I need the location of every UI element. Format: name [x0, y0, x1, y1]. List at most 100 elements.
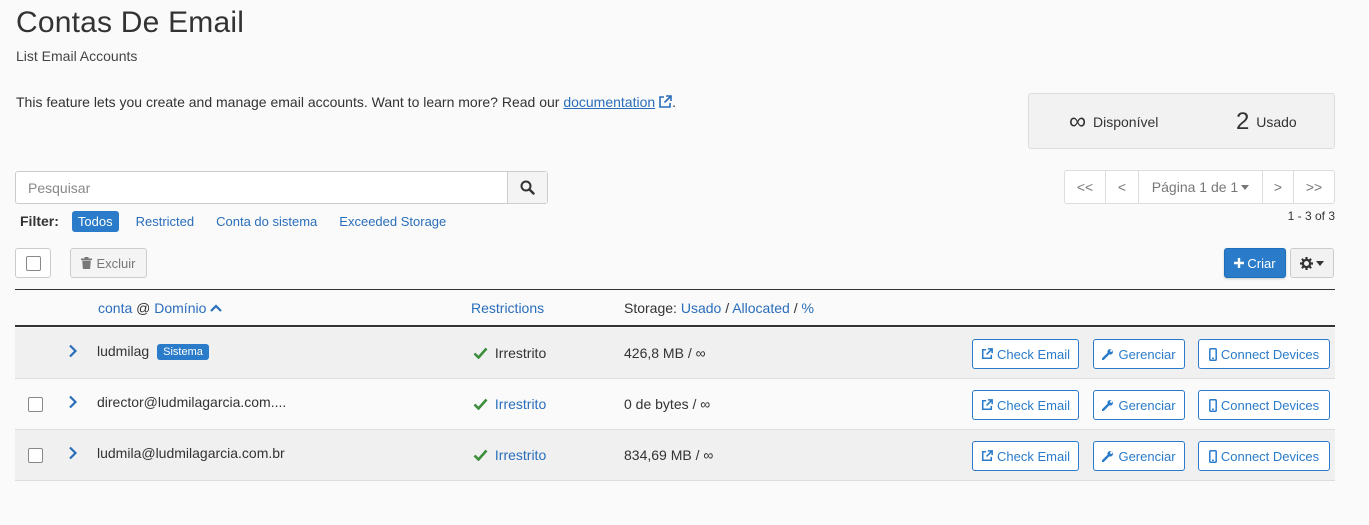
sort-used-link[interactable]: Usado — [681, 300, 721, 316]
chevron-right-icon[interactable] — [68, 344, 78, 358]
filter-label: Filter: — [20, 213, 59, 229]
connect-devices-label: Connect Devices — [1220, 397, 1320, 413]
storage-usage: 426,8 MB / ∞ — [624, 345, 706, 361]
caret-down-icon — [1241, 184, 1250, 190]
restriction-link[interactable]: Irrestrito — [495, 447, 546, 463]
check-email-button[interactable]: Check Email — [972, 390, 1079, 420]
manage-button[interactable]: Gerenciar — [1093, 390, 1185, 420]
account-email: ludmilag — [97, 343, 150, 359]
check-icon — [473, 449, 488, 461]
restriction-text: Irrestrito — [494, 345, 547, 361]
mobile-icon — [1208, 347, 1217, 361]
manage-button[interactable]: Gerenciar — [1093, 441, 1185, 471]
connect-devices-button[interactable]: Connect Devices — [1198, 441, 1330, 471]
description-end: . — [672, 94, 677, 110]
caret-down-icon — [1316, 260, 1324, 266]
filter-all[interactable]: Todos — [71, 210, 119, 232]
page-subtitle: List Email Accounts — [16, 48, 138, 64]
trash-icon — [81, 257, 93, 269]
available-value: ∞ — [1069, 108, 1087, 135]
storage-usage: 0 de bytes / ∞ — [624, 396, 711, 412]
create-button[interactable]: Criar — [1224, 248, 1286, 278]
check-email-button[interactable]: Check Email — [972, 441, 1079, 471]
check-email-label: Check Email — [997, 397, 1070, 413]
storage-label: Storage: — [624, 300, 677, 316]
chevron-right-icon[interactable] — [68, 395, 78, 409]
connect-devices-button[interactable]: Connect Devices — [1198, 339, 1330, 369]
page-description: This feature lets you create and manage … — [16, 94, 676, 110]
filter-bar: Filter: Todos Restricted Conta do sistem… — [20, 210, 468, 232]
account-domain-header[interactable]: conta @ Domínio — [98, 300, 223, 316]
check-email-label: Check Email — [997, 346, 1070, 362]
table-row: director@ludmilagarcia.com.... Irrestrit… — [15, 379, 1335, 430]
filter-exceeded-storage[interactable]: Exceeded Storage — [339, 214, 446, 229]
sort-account-link[interactable]: conta — [98, 300, 132, 316]
settings-dropdown[interactable] — [1290, 248, 1334, 278]
connect-devices-label: Connect Devices — [1220, 448, 1320, 464]
restriction-status[interactable]: Irrestrito — [473, 396, 546, 412]
wrench-icon — [1102, 450, 1114, 462]
delete-label: Excluir — [96, 255, 136, 271]
manage-label: Gerenciar — [1118, 397, 1176, 413]
mobile-icon — [1208, 449, 1217, 463]
account-stats-panel: ∞ Disponível 2 Usado — [1028, 93, 1335, 149]
first-page-button[interactable]: << — [1065, 171, 1106, 203]
checkbox-box — [25, 255, 41, 271]
create-label: Criar — [1247, 255, 1276, 271]
external-link-icon[interactable] — [658, 95, 672, 109]
table-row: ludmilag Sistema Irrestrito 426,8 MB / ∞ … — [15, 328, 1335, 379]
at-sign: @ — [136, 300, 151, 316]
available-stat: ∞ Disponível — [1069, 108, 1158, 136]
search-input[interactable] — [16, 172, 509, 203]
page-indicator: Página 1 de 1 — [1151, 179, 1239, 195]
last-page-button[interactable]: >> — [1294, 171, 1334, 203]
page-select[interactable]: Página 1 de 1 — [1139, 171, 1263, 203]
storage-separator: / — [725, 300, 730, 316]
connect-devices-button[interactable]: Connect Devices — [1198, 390, 1330, 420]
sort-allocated-link[interactable]: Allocated — [732, 300, 790, 316]
documentation-link[interactable]: documentation — [563, 94, 655, 110]
check-icon — [473, 398, 488, 410]
external-link-icon — [981, 348, 993, 360]
account-name: ludmilag Sistema — [97, 343, 209, 360]
page-title: Contas De Email — [16, 6, 245, 39]
manage-button[interactable]: Gerenciar — [1093, 339, 1185, 369]
restrictions-header[interactable]: Restrictions — [471, 300, 544, 316]
pagination: << < Página 1 de 1 > >> — [1064, 170, 1335, 204]
sort-domain-link[interactable]: Domínio — [154, 300, 206, 316]
available-label: Disponível — [1093, 114, 1159, 130]
row-checkbox[interactable] — [28, 397, 43, 412]
account-email: ludmila@ludmilagarcia.com.br — [97, 445, 285, 461]
select-all-checkbox[interactable] — [15, 248, 51, 278]
check-email-label: Check Email — [997, 448, 1070, 464]
check-icon — [473, 347, 488, 359]
external-link-icon — [981, 450, 993, 462]
sort-up-icon — [210, 304, 223, 312]
delete-button[interactable]: Excluir — [70, 248, 147, 278]
filter-system-account[interactable]: Conta do sistema — [216, 214, 317, 229]
search-icon — [520, 180, 535, 195]
row-checkbox[interactable] — [28, 448, 43, 463]
sort-restrictions-link[interactable]: Restrictions — [471, 300, 544, 316]
used-stat: 2 Usado — [1236, 108, 1297, 136]
external-link-icon — [981, 399, 993, 411]
table-row: ludmila@ludmilagarcia.com.br Irrestrito … — [15, 430, 1335, 481]
table-header: conta @ Domínio Restrictions Storage: Us… — [15, 289, 1335, 327]
chevron-right-icon[interactable] — [68, 446, 78, 460]
next-page-button[interactable]: > — [1263, 171, 1294, 203]
sort-percent-link[interactable]: % — [801, 300, 813, 316]
manage-label: Gerenciar — [1118, 448, 1176, 464]
check-email-button[interactable]: Check Email — [972, 339, 1079, 369]
restriction-status[interactable]: Irrestrito — [473, 447, 546, 463]
account-email: director@ludmilagarcia.com.... — [97, 394, 287, 410]
system-badge: Sistema — [157, 344, 209, 360]
results-count: 1 - 3 of 3 — [1287, 209, 1335, 223]
search-button[interactable] — [507, 172, 547, 203]
wrench-icon — [1102, 348, 1114, 360]
restriction-link[interactable]: Irrestrito — [495, 396, 546, 412]
wrench-icon — [1102, 399, 1114, 411]
storage-header: Storage: Usado / Allocated / % — [624, 300, 814, 316]
prev-page-button[interactable]: < — [1106, 171, 1139, 203]
filter-restricted[interactable]: Restricted — [136, 214, 195, 229]
description-text: This feature lets you create and manage … — [16, 94, 564, 110]
